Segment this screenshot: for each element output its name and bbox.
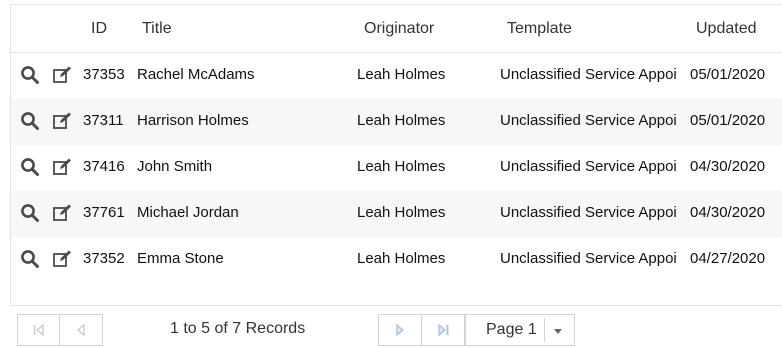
next-page-button[interactable] bbox=[378, 314, 422, 346]
page-select[interactable]: Page 1 bbox=[465, 314, 575, 346]
records-count: 1 to 5 of 7 Records bbox=[170, 320, 306, 337]
cell-id: 37761 bbox=[83, 204, 125, 221]
cell-id: 37353 bbox=[83, 66, 125, 83]
edit-icon[interactable] bbox=[52, 111, 72, 131]
table-row: 37353 Rachel McAdams Leah Holmes Unclassifi… bbox=[11, 53, 782, 99]
search-icon[interactable] bbox=[20, 249, 40, 269]
page-select-label: Page 1 bbox=[486, 321, 537, 338]
column-header-id[interactable]: ID bbox=[91, 20, 107, 38]
table-row: 37761 Michael Jordan Leah Holmes Unclassifi… bbox=[11, 191, 782, 237]
cell-title: John Smith bbox=[137, 158, 213, 175]
cell-template: Unclassified Service Appoi bbox=[500, 158, 677, 175]
last-page-button[interactable] bbox=[422, 314, 465, 346]
cell-originator: Leah Holmes bbox=[357, 204, 446, 221]
cell-id: 37311 bbox=[83, 112, 124, 129]
pager: 1 to 5 of 7 Records Page 1 bbox=[0, 306, 782, 347]
cell-updated: 04/30/2020 bbox=[690, 204, 766, 221]
table-row: 37311 Harrison Holmes Leah Holmes Unclassif… bbox=[11, 99, 782, 145]
cell-id: 37416 bbox=[83, 158, 125, 175]
next-page-icon bbox=[396, 323, 405, 337]
cell-updated: 05/01/2020 bbox=[690, 112, 766, 129]
cell-template: Unclassified Service Appoi bbox=[500, 112, 677, 129]
cell-updated: 04/30/2020 bbox=[690, 158, 766, 175]
first-page-icon bbox=[33, 323, 44, 337]
column-header-template[interactable]: Template bbox=[507, 20, 572, 38]
column-header-title[interactable]: Title bbox=[142, 20, 172, 38]
prev-page-icon bbox=[76, 323, 85, 337]
grid-header: ID Title Originator Template Updated bbox=[11, 5, 782, 53]
search-icon[interactable] bbox=[20, 203, 40, 223]
edit-icon[interactable] bbox=[52, 157, 72, 177]
cell-template: Unclassified Service Appoi bbox=[500, 250, 677, 267]
cell-updated: 04/27/2020 bbox=[690, 250, 766, 267]
prev-page-button[interactable] bbox=[60, 314, 103, 346]
table-row: 37352 Emma Stone Leah Holmes Unclassified S… bbox=[11, 237, 782, 283]
cell-updated: 05/01/2020 bbox=[690, 66, 766, 83]
records-grid: ID Title Originator Template Updated 373… bbox=[10, 4, 782, 306]
chevron-down-icon[interactable] bbox=[554, 329, 562, 334]
cell-originator: Leah Holmes bbox=[357, 66, 446, 83]
column-header-updated[interactable]: Updated bbox=[696, 20, 757, 38]
cell-title: Rachel McAdams bbox=[137, 66, 255, 83]
cell-originator: Leah Holmes bbox=[357, 112, 446, 129]
search-icon[interactable] bbox=[20, 111, 40, 131]
cell-template: Unclassified Service Appoi bbox=[500, 204, 677, 221]
cell-title: Michael Jordan bbox=[137, 204, 239, 221]
cell-originator: Leah Holmes bbox=[357, 250, 446, 267]
search-icon[interactable] bbox=[20, 65, 40, 85]
first-page-button[interactable] bbox=[17, 314, 60, 346]
cell-id: 37352 bbox=[83, 250, 125, 267]
cell-title: Emma Stone bbox=[137, 250, 224, 267]
cell-originator: Leah Holmes bbox=[357, 158, 446, 175]
table-row: 37416 John Smith Leah Holmes Unclassified S… bbox=[11, 145, 782, 191]
column-header-originator[interactable]: Originator bbox=[364, 20, 434, 38]
edit-icon[interactable] bbox=[52, 203, 72, 223]
last-page-icon bbox=[438, 323, 449, 337]
edit-icon[interactable] bbox=[52, 65, 72, 85]
page-select-divider bbox=[544, 318, 545, 342]
cell-template: Unclassified Service Appoi bbox=[500, 66, 677, 83]
edit-icon[interactable] bbox=[52, 249, 72, 269]
cell-title: Harrison Holmes bbox=[137, 112, 249, 129]
search-icon[interactable] bbox=[20, 157, 40, 177]
